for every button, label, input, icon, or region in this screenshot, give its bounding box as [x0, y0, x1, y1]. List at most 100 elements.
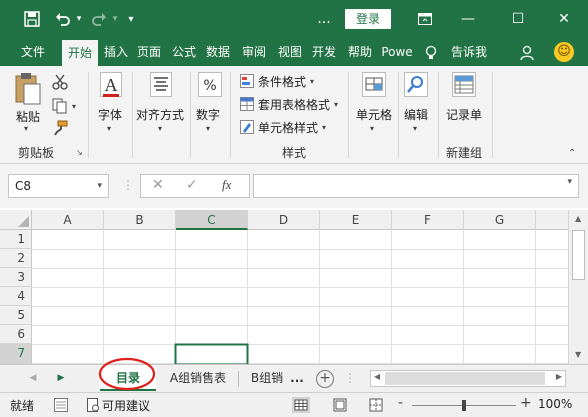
font-dropdown-icon[interactable]: ▾	[107, 124, 111, 133]
column-header[interactable]: B	[104, 210, 176, 230]
table-format-button[interactable]: 套用表格格式	[258, 96, 330, 113]
column-header[interactable]	[536, 210, 568, 230]
paste-icon[interactable]	[14, 72, 42, 109]
row-header[interactable]: 6	[0, 325, 32, 344]
horizontal-scroll-thumb[interactable]	[385, 372, 545, 385]
formula-input[interactable]: ▾	[253, 174, 579, 198]
paste-label[interactable]: 粘贴	[16, 108, 40, 125]
tab-power[interactable]: Powe	[380, 38, 414, 66]
zoom-level[interactable]: 100%	[538, 397, 572, 411]
confirm-icon[interactable]: ✓	[186, 177, 198, 193]
redo-icon[interactable]	[88, 0, 110, 38]
tab-developer[interactable]: 开发	[308, 38, 340, 66]
split-handle-icon[interactable]: ⋮	[344, 365, 356, 391]
row-header-selected[interactable]: 7	[0, 344, 32, 364]
editing-label[interactable]: 编辑	[404, 106, 428, 123]
vertical-scrollbar[interactable]: ▲ ▼	[568, 210, 588, 364]
page-layout-view-icon[interactable]	[332, 397, 348, 416]
sheet-tab-group-a[interactable]: A组销售表	[160, 365, 236, 391]
number-dropdown-icon[interactable]: ▾	[206, 124, 210, 133]
scroll-up-icon[interactable]: ▲	[575, 214, 581, 223]
column-header[interactable]: F	[392, 210, 464, 230]
font-icon[interactable]: A	[100, 72, 122, 103]
tab-home[interactable]: 开始	[62, 40, 98, 66]
add-sheet-button[interactable]: +	[316, 370, 334, 388]
paste-dropdown-icon[interactable]: ▾	[24, 124, 28, 133]
alignment-icon[interactable]	[150, 72, 172, 101]
undo-dropdown-icon[interactable]: ▾	[74, 0, 84, 38]
alignment-dropdown-icon[interactable]: ▾	[158, 124, 162, 133]
redo-dropdown-icon[interactable]: ▾	[110, 0, 120, 38]
login-button[interactable]: 登录	[345, 9, 391, 29]
scroll-right-icon[interactable]: ▶	[556, 372, 562, 381]
zoom-out-button[interactable]: -	[398, 395, 403, 411]
page-break-view-icon[interactable]	[368, 397, 384, 416]
conditional-format-button[interactable]: 条件格式	[258, 73, 306, 90]
copy-icon[interactable]	[52, 98, 68, 117]
column-header[interactable]: G	[464, 210, 536, 230]
row-header[interactable]: 5	[0, 306, 32, 325]
row-header[interactable]: 4	[0, 287, 32, 306]
conditional-format-dropdown-icon[interactable]: ▾	[310, 77, 314, 86]
drag-handle-icon[interactable]: ⋮	[122, 178, 134, 192]
conditional-format-icon[interactable]	[240, 74, 254, 91]
insert-function-icon[interactable]: fx	[222, 177, 231, 193]
chevron-down-icon[interactable]: ▾	[97, 175, 102, 197]
column-header[interactable]: E	[320, 210, 392, 230]
row-header[interactable]: 2	[0, 249, 32, 268]
active-cell[interactable]	[176, 344, 248, 364]
tell-me-search[interactable]: 告诉我	[446, 38, 492, 66]
copy-dropdown-icon[interactable]: ▾	[72, 102, 76, 111]
tab-view[interactable]: 视图	[274, 38, 306, 66]
column-header-selected[interactable]: C	[176, 210, 248, 230]
cells-dropdown-icon[interactable]: ▾	[370, 124, 374, 133]
search-icon[interactable]	[404, 72, 428, 101]
tab-page-layout[interactable]: 页面	[134, 38, 164, 66]
editing-dropdown-icon[interactable]: ▾	[413, 124, 417, 133]
macro-record-icon[interactable]	[54, 398, 68, 415]
cut-icon[interactable]	[52, 74, 68, 93]
normal-view-icon[interactable]	[292, 397, 310, 413]
tab-help[interactable]: 帮助	[344, 38, 376, 66]
number-label[interactable]: 数字	[196, 106, 220, 123]
worksheet-grid[interactable]: A B C D E F G 1 2 3 4 5 6 7 ▲ ▼	[0, 208, 588, 364]
row-header[interactable]: 1	[0, 230, 32, 249]
scroll-left-icon[interactable]: ◀	[374, 372, 380, 381]
cells-label[interactable]: 单元格	[356, 106, 392, 123]
close-button[interactable]: ✕	[552, 0, 576, 38]
column-header[interactable]: A	[32, 210, 104, 230]
collapse-ribbon-icon[interactable]: ⌃	[568, 148, 576, 159]
save-icon[interactable]	[20, 0, 44, 38]
cancel-icon[interactable]: ✕	[152, 177, 164, 193]
cell-style-button[interactable]: 单元格样式	[258, 119, 318, 136]
font-label[interactable]: 字体	[98, 106, 122, 123]
smiley-feedback-icon[interactable]: ☺	[554, 42, 574, 62]
undo-icon[interactable]	[52, 0, 74, 38]
vertical-scroll-thumb[interactable]	[572, 230, 585, 280]
tab-insert[interactable]: 插入	[100, 38, 132, 66]
select-all-corner[interactable]	[0, 210, 32, 230]
row-header[interactable]: 3	[0, 268, 32, 287]
form-icon[interactable]	[452, 72, 476, 101]
cell-style-dropdown-icon[interactable]: ▾	[322, 123, 326, 132]
tab-review[interactable]: 审阅	[238, 38, 270, 66]
person-icon[interactable]	[518, 38, 536, 66]
accessibility-icon[interactable]	[86, 398, 100, 415]
previous-sheet-icon[interactable]: ◀	[26, 365, 40, 391]
minimize-button[interactable]: —	[456, 0, 480, 38]
cells-icon[interactable]	[362, 72, 386, 101]
column-header[interactable]: D	[248, 210, 320, 230]
more-sheets-indicator[interactable]: ...	[288, 365, 306, 391]
accessibility-status[interactable]: 可用建议	[102, 397, 150, 414]
tab-formulas[interactable]: 公式	[168, 38, 200, 66]
zoom-slider-thumb[interactable]	[462, 400, 466, 411]
tab-data[interactable]: 数据	[202, 38, 234, 66]
number-format-icon[interactable]: %	[198, 72, 222, 101]
table-format-dropdown-icon[interactable]: ▾	[334, 100, 338, 109]
ribbon-display-icon[interactable]	[414, 0, 436, 38]
maximize-button[interactable]: ☐	[506, 0, 530, 38]
sheet-tab-group-b[interactable]: B组销	[244, 365, 290, 391]
scroll-down-icon[interactable]: ▼	[575, 350, 581, 359]
alignment-label[interactable]: 对齐方式	[136, 106, 184, 123]
zoom-in-button[interactable]: +	[520, 395, 532, 411]
